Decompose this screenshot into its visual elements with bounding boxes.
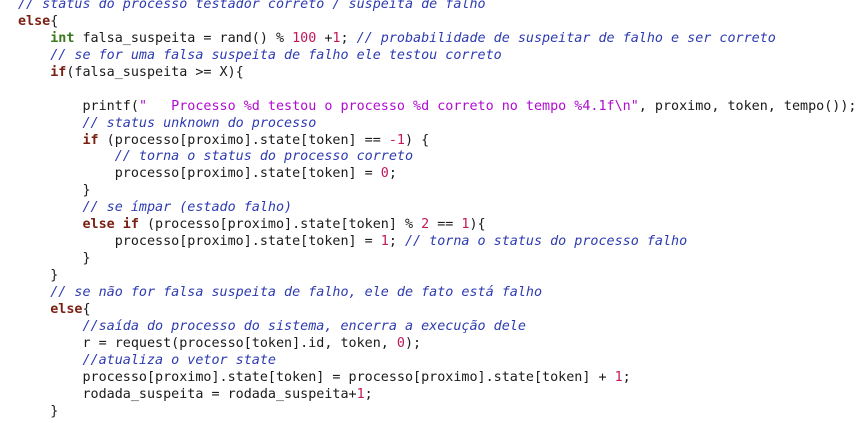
code-line[interactable]: if (processo[proximo].state[token] == -1… (18, 133, 856, 150)
code-token-plain: falsa_suspeita = rand() % (74, 30, 293, 46)
code-line[interactable]: } (18, 251, 856, 268)
code-token-kw: else (18, 13, 51, 29)
code-token-plain: processo[proximo].state[token] = (18, 234, 381, 250)
code-line[interactable]: int falsa_suspeita = rand() % 100 +1; //… (18, 31, 856, 48)
code-token-plain: ); (404, 335, 422, 351)
code-line[interactable]: } (18, 183, 856, 200)
code-line[interactable]: //atualiza o vetor state (18, 353, 856, 370)
code-token-comment: // status unknown do processo (82, 115, 317, 131)
code-line[interactable]: else{ (18, 14, 856, 31)
code-token-comment: // se não for falsa suspeita de falho, e… (50, 284, 543, 300)
code-line[interactable]: processo[proximo].state[token] = 1; // t… (18, 234, 856, 251)
code-token-kw: else if (82, 217, 139, 233)
code-token-plain: (processo[proximo].state[token] == (98, 132, 389, 148)
code-token-num: 100 (292, 30, 317, 46)
code-token-kw: if (50, 64, 67, 80)
code-token-plain: , proximo, token, tempo()); (638, 98, 857, 114)
code-line[interactable]: rodada_suspeita = rodada_suspeita+1; (18, 387, 856, 404)
code-token-num: 1 (614, 369, 623, 385)
code-token-plain: == (429, 217, 462, 233)
code-token-plain: ; (340, 30, 357, 46)
code-token-plain: rodada_suspeita = rodada_suspeita+ (18, 386, 357, 402)
code-line[interactable]: else{ (18, 302, 856, 319)
code-token-plain: ){ (469, 217, 486, 233)
code-token-comment: // torna o status do processo falho (404, 234, 688, 250)
code-line[interactable]: processo[proximo].state[token] = process… (18, 370, 856, 387)
code-line[interactable]: // status unknown do processo (18, 116, 856, 133)
code-token-plain: ; (388, 166, 397, 182)
code-token-plain: processo[proximo].state[token] = process… (18, 369, 615, 385)
code-token-kw: if (82, 132, 99, 148)
code-token-num: 1 (380, 234, 389, 250)
code-token-comment: //saída do processo do sistema, encerra … (82, 318, 526, 334)
code-token-plain: } (18, 403, 59, 419)
code-token-plain: ; (622, 369, 631, 385)
code-token-plain: ) { (404, 132, 430, 148)
code-token-plain: } (18, 268, 59, 283)
code-line[interactable]: // se ímpar (estado falho) (18, 200, 856, 217)
code-token-plain: r = request(processo[token].id, token, (18, 335, 397, 351)
code-token-num: 0 (380, 166, 389, 182)
code-token-comment: //atualiza o vetor state (82, 352, 276, 368)
code-token-str: " Processo %d testou o processo %d corre… (138, 98, 639, 114)
code-token-comment: // se for uma falsa suspeita de falho el… (50, 47, 502, 63)
code-token-num: -1 (388, 132, 405, 148)
code-line[interactable]: else if (processo[proximo].state[token] … (18, 217, 856, 234)
code-token-plain: } (18, 251, 91, 267)
code-line[interactable]: } (18, 268, 856, 285)
code-token-comment: // status do processo testador correto /… (18, 0, 486, 12)
code-token-plain: (processo[proximo].state[token] % (138, 217, 422, 233)
code-view[interactable]: // status do processo testador correto /… (18, 0, 856, 420)
code-token-comment: // probabilidade de suspeitar de falho e… (356, 30, 776, 46)
code-token-num: 1 (356, 386, 365, 402)
code-token-type: int (50, 30, 75, 46)
code-token-plain: { (50, 13, 59, 29)
code-token-plain: + (316, 30, 333, 46)
code-token-plain: processo[proximo].state[token] = (18, 166, 381, 182)
code-token-plain: ; (364, 386, 373, 402)
code-line[interactable]: // se for uma falsa suspeita de falho el… (18, 48, 856, 65)
code-editor[interactable]: // status do processo testador correto /… (0, 0, 857, 424)
code-token-plain: { (82, 301, 91, 317)
code-line[interactable]: // se não for falsa suspeita de falho, e… (18, 285, 856, 302)
code-line[interactable]: //saída do processo do sistema, encerra … (18, 319, 856, 336)
code-token-comment: // torna o status do processo correto (114, 149, 414, 165)
code-token-plain: } (18, 183, 91, 199)
code-line[interactable]: // torna o status do processo correto (18, 149, 856, 166)
code-line[interactable]: r = request(processo[token].id, token, 0… (18, 336, 856, 353)
code-line[interactable]: // status do processo testador correto /… (18, 0, 856, 14)
code-token-plain: ; (388, 234, 405, 250)
code-token-num: 0 (396, 335, 405, 351)
code-token-num: 2 (421, 217, 430, 233)
code-token-plain: (falsa_suspeita >= X){ (66, 64, 244, 80)
code-line[interactable] (18, 82, 856, 99)
code-token-plain: printf( (18, 98, 139, 114)
code-token-comment: // se ímpar (estado falho) (82, 200, 293, 216)
code-token-kw: else (50, 301, 83, 317)
code-line[interactable]: processo[proximo].state[token] = 0; (18, 166, 856, 183)
code-line[interactable]: } (18, 404, 856, 421)
code-line[interactable]: printf(" Processo %d testou o processo %… (18, 99, 856, 116)
code-line[interactable]: if(falsa_suspeita >= X){ (18, 65, 856, 82)
